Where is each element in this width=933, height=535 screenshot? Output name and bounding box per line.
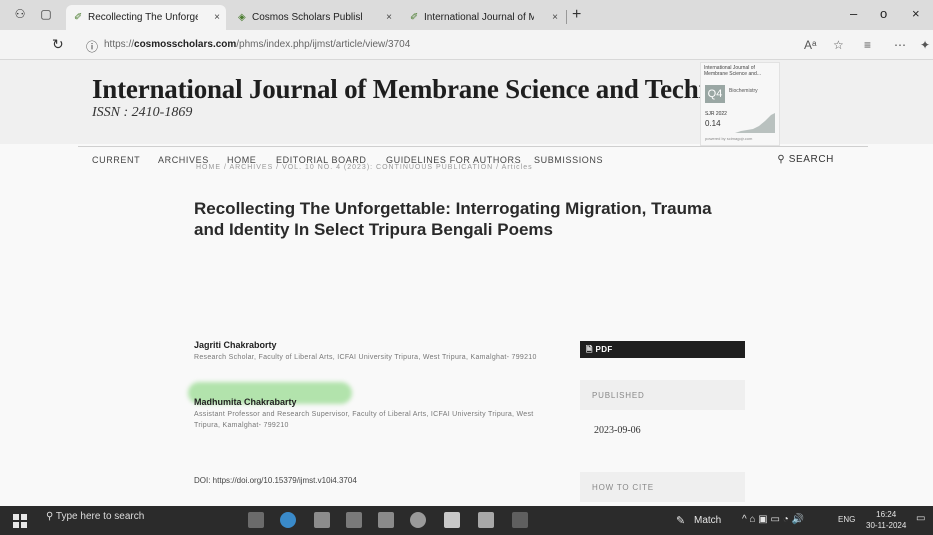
notifications-icon[interactable]: ▭ bbox=[916, 513, 925, 524]
author-name: Madhumita Chakrabarty bbox=[194, 397, 297, 407]
close-tab-icon[interactable]: × bbox=[386, 5, 392, 30]
refresh-icon[interactable]: ↻ bbox=[52, 36, 64, 53]
close-window-icon[interactable]: × bbox=[912, 6, 920, 21]
web-page: International Journal of Membrane Scienc… bbox=[0, 60, 933, 506]
tab-actions-icon[interactable]: ▢ bbox=[38, 7, 54, 21]
author-affiliation: Research Scholar, Faculty of Liberal Art… bbox=[194, 354, 537, 361]
sjr-header: International Journal of Membrane Scienc… bbox=[704, 65, 761, 77]
tab-ijmst[interactable]: ✐International Journal of Membra × bbox=[402, 5, 564, 30]
tab-separator bbox=[566, 10, 567, 24]
photos-icon[interactable] bbox=[478, 512, 494, 528]
breadcrumb[interactable]: HOME / ARCHIVES / VOL. 10 NO. 4 (2023): … bbox=[196, 164, 533, 171]
sjr-widget[interactable]: International Journal of Membrane Scienc… bbox=[700, 62, 780, 146]
issn: ISSN : 2410-1869 bbox=[92, 105, 193, 120]
quartile-badge: Q4 bbox=[705, 85, 725, 103]
tab-cosmos-scholars[interactable]: ◈Cosmos Scholars Publishing Hou × bbox=[230, 5, 398, 30]
chrome-icon[interactable] bbox=[410, 512, 426, 528]
sjr-category: Biochemistry bbox=[729, 88, 758, 94]
close-tab-icon[interactable]: × bbox=[214, 5, 220, 30]
journal-favicon-icon: ✐ bbox=[410, 12, 419, 23]
start-button[interactable] bbox=[13, 514, 27, 528]
search-icon: ⚲ bbox=[46, 511, 56, 522]
sjr-sparkline bbox=[735, 113, 775, 133]
search-icon: ⚲ bbox=[777, 154, 789, 165]
maximize-icon[interactable]: o bbox=[880, 6, 887, 21]
more-options-icon[interactable]: ⋯ bbox=[894, 38, 906, 52]
search-link[interactable]: ⚲ SEARCH bbox=[777, 154, 834, 165]
journal-title[interactable]: International Journal of Membrane Scienc… bbox=[92, 74, 774, 105]
copilot-icon[interactable]: ✦ bbox=[920, 38, 930, 52]
minimize-icon[interactable]: – bbox=[850, 6, 857, 21]
site-info-icon[interactable]: ⓘ bbox=[86, 38, 98, 55]
tab-recollecting[interactable]: ✐Recollecting The Unforgettable: × bbox=[66, 5, 226, 30]
favorite-star-icon[interactable]: ☆ bbox=[833, 38, 844, 52]
published-date: 2023-09-06 bbox=[594, 425, 641, 436]
weather-icon[interactable]: ✎ bbox=[676, 514, 685, 527]
journal-favicon-icon: ✐ bbox=[74, 12, 83, 23]
pdf-download-button[interactable]: 🗎 PDF bbox=[580, 341, 745, 358]
language-indicator[interactable]: ENG bbox=[838, 515, 855, 524]
word-icon[interactable] bbox=[444, 512, 460, 528]
mail-icon[interactable] bbox=[314, 512, 330, 528]
task-view-icon[interactable] bbox=[248, 512, 264, 528]
author-affiliation: Assistant Professor and Research Supervi… bbox=[194, 411, 534, 429]
cosmos-favicon-icon: ◈ bbox=[238, 12, 246, 23]
how-to-cite-label[interactable]: HOW TO CITE bbox=[592, 483, 654, 492]
pinned-app-icon[interactable] bbox=[512, 512, 528, 528]
author-name: Jagriti Chakraborty bbox=[194, 340, 277, 350]
doi-link[interactable]: DOI: https://doi.org/10.15379/ijmst.v10i… bbox=[194, 476, 357, 485]
sjr-value: 0.14 bbox=[705, 119, 721, 128]
nav-submissions[interactable]: SUBMISSIONS bbox=[534, 155, 603, 165]
new-tab-button[interactable]: + bbox=[572, 5, 581, 25]
system-tray-icons[interactable]: ^ ⌂ ▣ ▭ ◔ 🔊 bbox=[742, 514, 804, 525]
nav-current[interactable]: CURRENT bbox=[92, 155, 140, 165]
article-title: Recollecting The Unforgettable: Interrog… bbox=[194, 199, 712, 239]
store-icon[interactable] bbox=[378, 512, 394, 528]
calculator-icon[interactable] bbox=[346, 512, 362, 528]
weather-widget[interactable]: Match bbox=[694, 515, 721, 526]
sjr-label: SJR 2022 bbox=[705, 111, 727, 117]
published-label: PUBLISHED bbox=[592, 391, 645, 400]
browser-tab-strip: ⚇ ▢ ✐Recollecting The Unforgettable: × ◈… bbox=[0, 0, 933, 30]
address-bar: ↻ ⓘ https://cosmosscholars.com/phms/inde… bbox=[0, 30, 933, 60]
windows-taskbar: ⚲ Type here to search ✎ Match ^ ⌂ ▣ ▭ ◔ … bbox=[0, 506, 933, 535]
read-aloud-icon[interactable]: Aᵃ bbox=[804, 38, 816, 52]
sjr-footer: powered by scimagojr.com bbox=[705, 136, 753, 141]
masthead: International Journal of Membrane Scienc… bbox=[0, 60, 933, 146]
url-field[interactable]: https://cosmosscholars.com/phms/index.ph… bbox=[104, 39, 410, 50]
profile-icon[interactable]: ⚇ bbox=[12, 7, 28, 21]
favorites-list-icon[interactable]: ≡ bbox=[864, 38, 871, 52]
close-tab-icon[interactable]: × bbox=[552, 5, 558, 30]
taskbar-clock[interactable]: 16:24 30-11-2024 bbox=[866, 509, 906, 531]
taskbar-search[interactable]: ⚲ Type here to search bbox=[46, 511, 144, 522]
edge-browser-icon[interactable] bbox=[280, 512, 296, 528]
